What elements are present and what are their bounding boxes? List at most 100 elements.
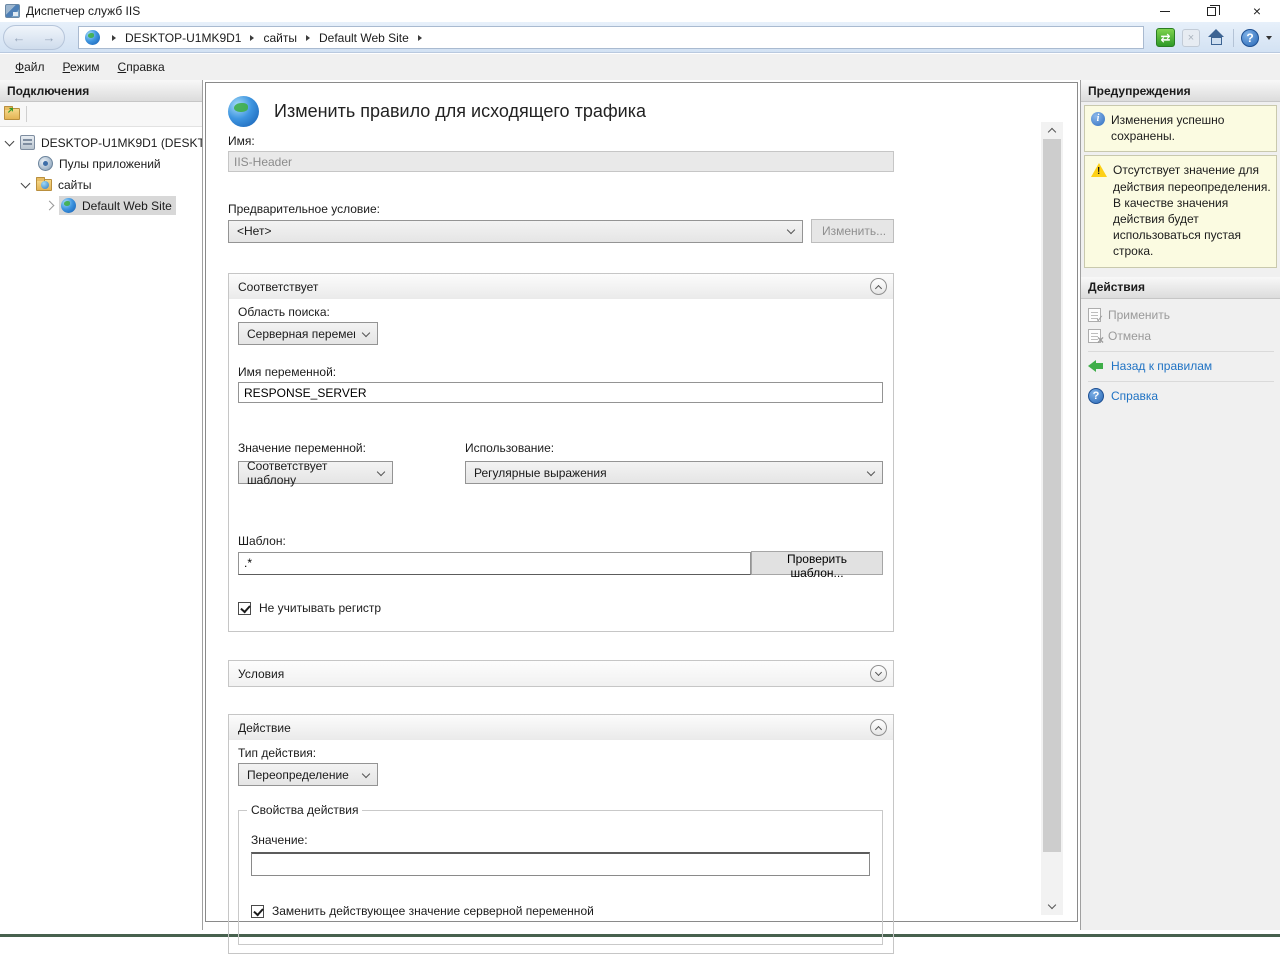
help-link[interactable]: ? Справка <box>1088 386 1274 407</box>
breadcrumb-arrow-icon <box>250 35 254 41</box>
chevron-down-icon[interactable] <box>5 136 15 146</box>
chevron-down-icon <box>867 467 875 475</box>
divider <box>1088 351 1274 352</box>
ignore-case-label: Не учитывать регистр <box>259 601 381 615</box>
scope-label: Область поиска: <box>238 305 883 319</box>
menu-file[interactable]: Файл <box>6 56 54 78</box>
usage-select[interactable]: Регулярные выражения <box>465 461 883 484</box>
chevron-down-icon[interactable] <box>21 178 31 188</box>
divider <box>1233 29 1234 47</box>
connections-header: Подключения <box>0 80 202 102</box>
minimize-button[interactable] <box>1142 0 1188 22</box>
breadcrumb[interactable]: DESKTOP-U1MK9D1 сайты Default Web Site <box>78 26 1144 49</box>
menu-help[interactable]: Справка <box>109 56 174 78</box>
tree-item-sites[interactable]: сайты <box>0 174 202 195</box>
breadcrumb-item-sites[interactable]: сайты <box>261 31 299 45</box>
breadcrumb-arrow-icon <box>306 35 310 41</box>
value-label: Значение: <box>251 833 870 847</box>
alerts-header: Предупреждения <box>1081 80 1280 102</box>
feature-pane: Изменить правило для исходящего трафика … <box>205 82 1078 922</box>
chevron-up-icon <box>1048 128 1056 136</box>
close-button[interactable]: × <box>1234 0 1280 22</box>
chevron-up-icon <box>875 284 882 291</box>
ignore-case-checkbox[interactable] <box>238 602 251 615</box>
tree-item-server[interactable]: DESKTOP-U1MK9D1 (DESKTOP <box>0 132 202 153</box>
pattern-label: Шаблон: <box>238 534 883 548</box>
collapse-button[interactable] <box>870 719 887 736</box>
breadcrumb-arrow-icon <box>418 35 422 41</box>
back-arrow-icon <box>1088 360 1104 372</box>
usage-label: Использование: <box>465 441 883 455</box>
variable-value-select[interactable]: Соответствует шаблону <box>238 461 393 484</box>
match-section: Соответствует Область поиска: Серверная … <box>228 273 894 632</box>
warning-message: Отсутствует значение для действия переоп… <box>1084 155 1277 267</box>
action-properties-legend: Свойства действия <box>247 803 362 817</box>
minimize-icon <box>1160 11 1170 12</box>
precondition-select[interactable]: <Нет> <box>228 220 803 243</box>
app-pools-icon <box>38 156 53 171</box>
variable-name-label: Имя переменной: <box>238 365 883 379</box>
name-label: Имя: <box>228 134 894 148</box>
scroll-up-button[interactable] <box>1041 122 1063 139</box>
name-field <box>228 151 894 172</box>
back-icon[interactable]: ← <box>13 30 26 45</box>
chevron-up-icon <box>875 725 882 732</box>
breadcrumb-item-server[interactable]: DESKTOP-U1MK9D1 <box>123 31 243 45</box>
edit-precondition-button: Изменить... <box>811 219 894 243</box>
vertical-scrollbar[interactable] <box>1041 122 1063 915</box>
window-title: Диспетчер служб IIS <box>26 4 140 18</box>
replace-value-checkbox[interactable] <box>251 905 264 918</box>
rewrite-globe-icon <box>228 96 259 127</box>
cancel-action: Отмена <box>1088 326 1274 347</box>
address-band: ← → DESKTOP-U1MK9D1 сайты Default Web Si… <box>0 22 1280 53</box>
replace-value-label: Заменить действующее значение серверной … <box>272 904 594 918</box>
menu-view[interactable]: Режим <box>54 56 109 78</box>
pattern-field[interactable] <box>238 552 751 575</box>
scrollbar-track[interactable] <box>1041 139 1063 898</box>
conditions-section: Условия <box>228 660 894 687</box>
chevron-down-icon <box>362 769 370 777</box>
value-field[interactable] <box>251 852 870 876</box>
close-icon: × <box>1253 4 1261 18</box>
scroll-down-button[interactable] <box>1041 898 1063 915</box>
page-title: Изменить правило для исходящего трафика <box>274 101 646 122</box>
restore-button[interactable] <box>1188 0 1234 22</box>
chevron-down-icon <box>787 226 795 234</box>
chevron-down-icon <box>362 328 370 336</box>
scope-select[interactable]: Серверная переменн <box>238 322 378 345</box>
divider <box>1088 381 1274 382</box>
connections-panel: Подключения DESKTOP-U1MK9D1 (DESKTOP Пул… <box>0 80 203 930</box>
action-type-label: Тип действия: <box>238 746 883 760</box>
variable-name-field[interactable] <box>238 382 883 403</box>
action-section: Действие Тип действия: Переопределение С… <box>228 714 894 954</box>
server-icon <box>20 135 35 150</box>
menu-bar: Файл Режим Справка <box>0 54 1280 80</box>
chevron-right-icon[interactable] <box>45 201 55 211</box>
action-section-title: Действие <box>238 721 291 735</box>
edit-outbound-rule-form: Изменить правило для исходящего трафика … <box>228 93 894 954</box>
site-globe-icon <box>61 198 76 213</box>
help-dropdown-icon[interactable] <box>1266 36 1272 40</box>
action-properties-group: Свойства действия Значение: Заменить дей… <box>238 810 883 945</box>
collapse-button[interactable] <box>870 278 887 295</box>
action-type-select[interactable]: Переопределение <box>238 763 378 786</box>
variable-value-label: Значение переменной: <box>238 441 465 455</box>
breadcrumb-item-site[interactable]: Default Web Site <box>317 31 411 45</box>
expand-button[interactable] <box>870 665 887 682</box>
refresh-icon[interactable]: ⇄ <box>1156 28 1175 47</box>
connect-icon[interactable] <box>4 108 20 120</box>
help-icon: ? <box>1088 388 1104 404</box>
cancel-icon <box>1088 329 1101 343</box>
back-to-rules-link[interactable]: Назад к правилам <box>1088 356 1274 377</box>
home-icon[interactable] <box>1207 29 1226 46</box>
conditions-section-title: Условия <box>238 667 284 681</box>
forward-icon[interactable]: → <box>43 30 56 45</box>
scrollbar-thumb[interactable] <box>1043 139 1061 852</box>
match-section-title: Соответствует <box>238 280 318 294</box>
tree-item-app-pools[interactable]: Пулы приложений <box>0 153 202 174</box>
help-icon[interactable]: ? <box>1241 29 1259 47</box>
test-pattern-button[interactable]: Проверить шаблон... <box>751 551 883 575</box>
info-message: i Изменения успешно сохранены. <box>1084 105 1277 152</box>
apply-icon <box>1088 308 1101 322</box>
tree-item-default-web-site[interactable]: Default Web Site <box>0 195 202 216</box>
